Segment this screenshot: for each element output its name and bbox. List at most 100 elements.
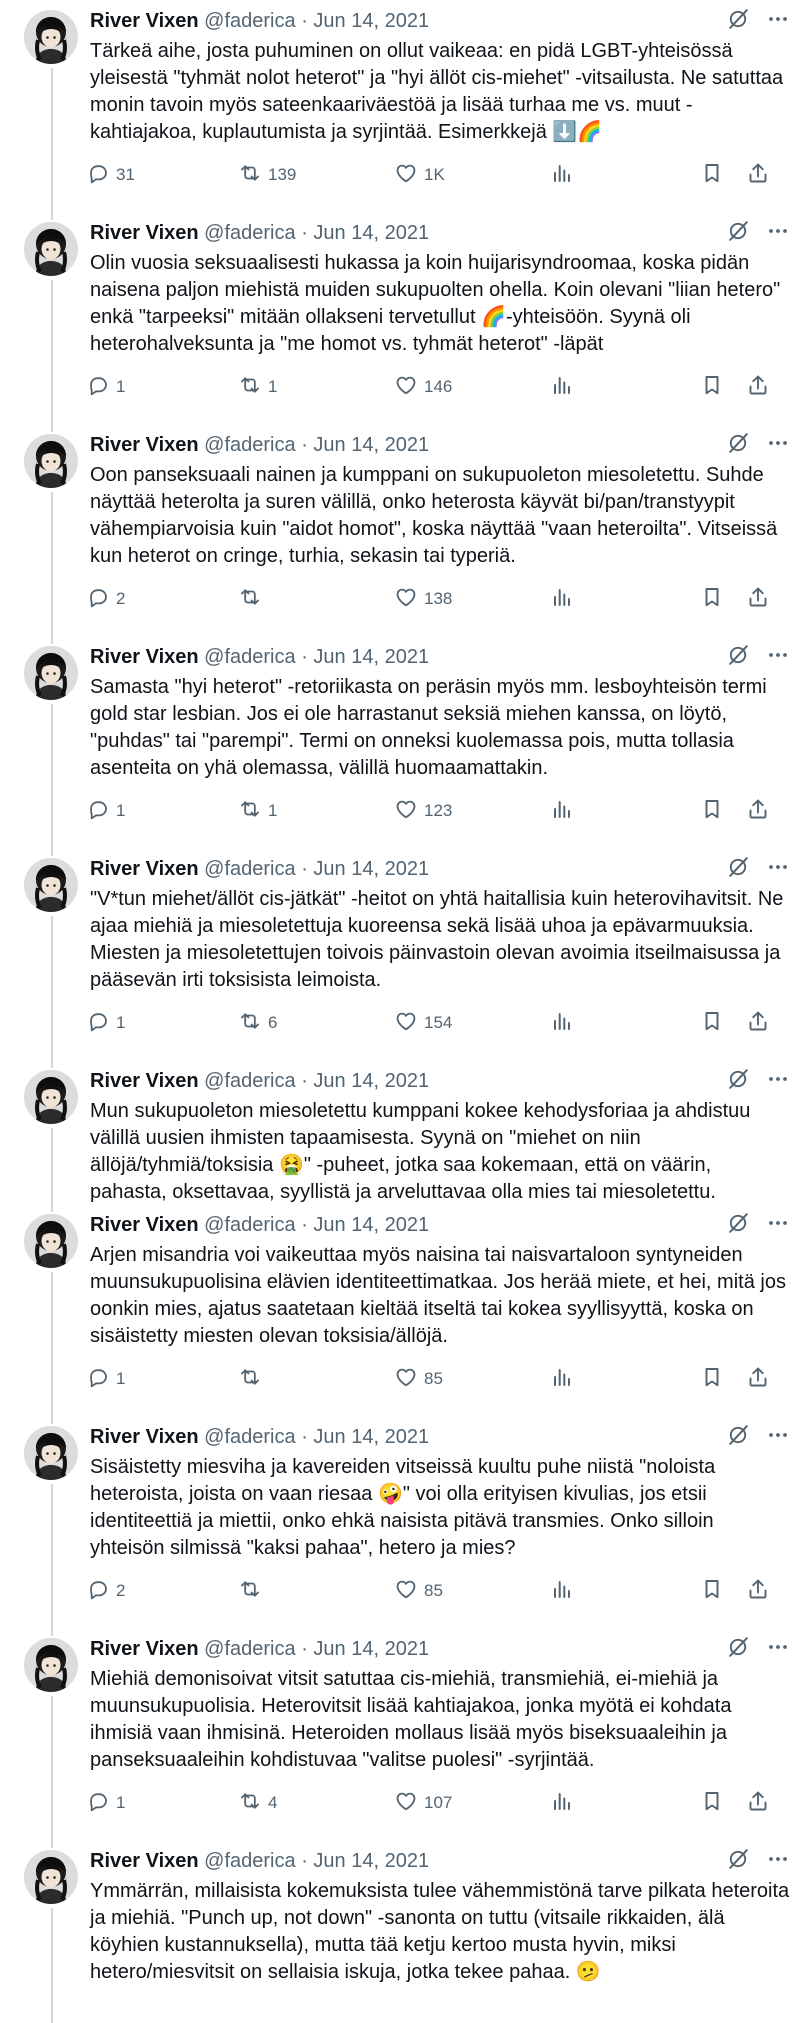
reply-button[interactable]: 1 [86, 1789, 238, 1818]
bookmark-icon[interactable] [700, 1365, 724, 1394]
grok-icon[interactable] [726, 1847, 750, 1876]
bookmark-icon[interactable] [700, 161, 724, 190]
grok-icon[interactable] [726, 1211, 750, 1240]
grok-icon[interactable] [726, 219, 750, 248]
author-name[interactable]: River Vixen [90, 1426, 199, 1448]
views-button[interactable] [550, 797, 680, 826]
author-handle[interactable]: @faderica [204, 1426, 295, 1448]
grok-icon[interactable] [726, 1067, 750, 1096]
grok-icon[interactable] [726, 855, 750, 884]
author-handle[interactable]: @faderica [204, 1070, 295, 1092]
tweet-date[interactable]: Jun 14, 2021 [313, 1850, 429, 1872]
avatar[interactable] [24, 10, 78, 64]
bookmark-icon[interactable] [700, 797, 724, 826]
more-icon[interactable] [766, 431, 790, 460]
share-icon[interactable] [746, 1577, 770, 1606]
views-button[interactable] [550, 373, 680, 402]
tweet[interactable]: River Vixen @faderica · Jun 14, 2021 Oon … [0, 424, 808, 636]
bookmark-icon[interactable] [700, 373, 724, 402]
avatar[interactable] [24, 1214, 78, 1268]
author-handle[interactable]: @faderica [204, 10, 295, 32]
avatar[interactable] [24, 646, 78, 700]
grok-icon[interactable] [726, 431, 750, 460]
author-name[interactable]: River Vixen [90, 10, 199, 32]
tweet-date[interactable]: Jun 14, 2021 [313, 646, 429, 668]
share-icon[interactable] [746, 373, 770, 402]
avatar[interactable] [24, 434, 78, 488]
views-button[interactable] [550, 1365, 680, 1394]
tweet[interactable]: River Vixen @faderica · Jun 14, 2021 Mieh… [0, 1628, 808, 1840]
tweet[interactable]: River Vixen @faderica · Jun 14, 2021 Ymmä… [0, 1840, 808, 2023]
tweet-date[interactable]: Jun 14, 2021 [313, 1426, 429, 1448]
share-icon[interactable] [746, 797, 770, 826]
like-button[interactable]: 146 [394, 373, 550, 402]
views-button[interactable] [550, 1009, 680, 1038]
reply-button[interactable]: 1 [86, 373, 238, 402]
share-icon[interactable] [746, 1009, 770, 1038]
tweet-date[interactable]: Jun 14, 2021 [313, 858, 429, 880]
tweet[interactable]: River Vixen @faderica · Jun 14, 2021 Sama… [0, 636, 808, 848]
author-name[interactable]: River Vixen [90, 1070, 199, 1092]
like-button[interactable]: 107 [394, 1789, 550, 1818]
bookmark-icon[interactable] [700, 1789, 724, 1818]
author-handle[interactable]: @faderica [204, 434, 295, 456]
avatar[interactable] [24, 1638, 78, 1692]
more-icon[interactable] [766, 855, 790, 884]
retweet-button[interactable]: 6 [238, 1009, 394, 1038]
views-button[interactable] [550, 585, 680, 614]
author-name[interactable]: River Vixen [90, 858, 199, 880]
author-handle[interactable]: @faderica [204, 1850, 295, 1872]
bookmark-icon[interactable] [700, 585, 724, 614]
like-button[interactable]: 154 [394, 1009, 550, 1038]
retweet-button[interactable]: 1 [238, 797, 394, 826]
tweet-date[interactable]: Jun 14, 2021 [313, 222, 429, 244]
more-icon[interactable] [766, 1423, 790, 1452]
reply-button[interactable]: 2 [86, 1577, 238, 1606]
views-button[interactable] [550, 161, 680, 190]
share-icon[interactable] [746, 1789, 770, 1818]
author-handle[interactable]: @faderica [204, 858, 295, 880]
avatar[interactable] [24, 1070, 78, 1124]
avatar[interactable] [24, 858, 78, 912]
author-handle[interactable]: @faderica [204, 1214, 295, 1236]
author-name[interactable]: River Vixen [90, 1638, 199, 1660]
bookmark-icon[interactable] [700, 1009, 724, 1038]
more-icon[interactable] [766, 7, 790, 36]
tweet-date[interactable]: Jun 14, 2021 [313, 10, 429, 32]
retweet-button[interactable] [238, 1365, 394, 1394]
more-icon[interactable] [766, 643, 790, 672]
grok-icon[interactable] [726, 643, 750, 672]
tweet[interactable]: River Vixen @faderica · Jun 14, 2021 Olin… [0, 212, 808, 424]
tweet-date[interactable]: Jun 14, 2021 [313, 434, 429, 456]
more-icon[interactable] [766, 219, 790, 248]
grok-icon[interactable] [726, 1635, 750, 1664]
like-button[interactable]: 123 [394, 797, 550, 826]
reply-button[interactable]: 1 [86, 797, 238, 826]
tweet[interactable]: River Vixen @faderica · Jun 14, 2021 Sisä… [0, 1416, 808, 1628]
author-name[interactable]: River Vixen [90, 1850, 199, 1872]
share-icon[interactable] [746, 161, 770, 190]
author-name[interactable]: River Vixen [90, 222, 199, 244]
author-name[interactable]: River Vixen [90, 434, 199, 456]
avatar[interactable] [24, 1426, 78, 1480]
tweet[interactable]: River Vixen @faderica · Jun 14, 2021 Arje… [0, 1204, 808, 1416]
author-name[interactable]: River Vixen [90, 646, 199, 668]
tweet-date[interactable]: Jun 14, 2021 [313, 1070, 429, 1092]
more-icon[interactable] [766, 1067, 790, 1096]
retweet-button[interactable] [238, 585, 394, 614]
grok-icon[interactable] [726, 7, 750, 36]
more-icon[interactable] [766, 1847, 790, 1876]
retweet-button[interactable]: 1 [238, 373, 394, 402]
like-button[interactable]: 138 [394, 585, 550, 614]
avatar[interactable] [24, 222, 78, 276]
reply-button[interactable]: 2 [86, 585, 238, 614]
tweet-date[interactable]: Jun 14, 2021 [313, 1214, 429, 1236]
author-handle[interactable]: @faderica [204, 646, 295, 668]
retweet-button[interactable]: 4 [238, 1789, 394, 1818]
retweet-button[interactable] [238, 1577, 394, 1606]
tweet-date[interactable]: Jun 14, 2021 [313, 1638, 429, 1660]
like-button[interactable]: 85 [394, 1577, 550, 1606]
views-button[interactable] [550, 1577, 680, 1606]
reply-button[interactable]: 1 [86, 1009, 238, 1038]
author-name[interactable]: River Vixen [90, 1214, 199, 1236]
